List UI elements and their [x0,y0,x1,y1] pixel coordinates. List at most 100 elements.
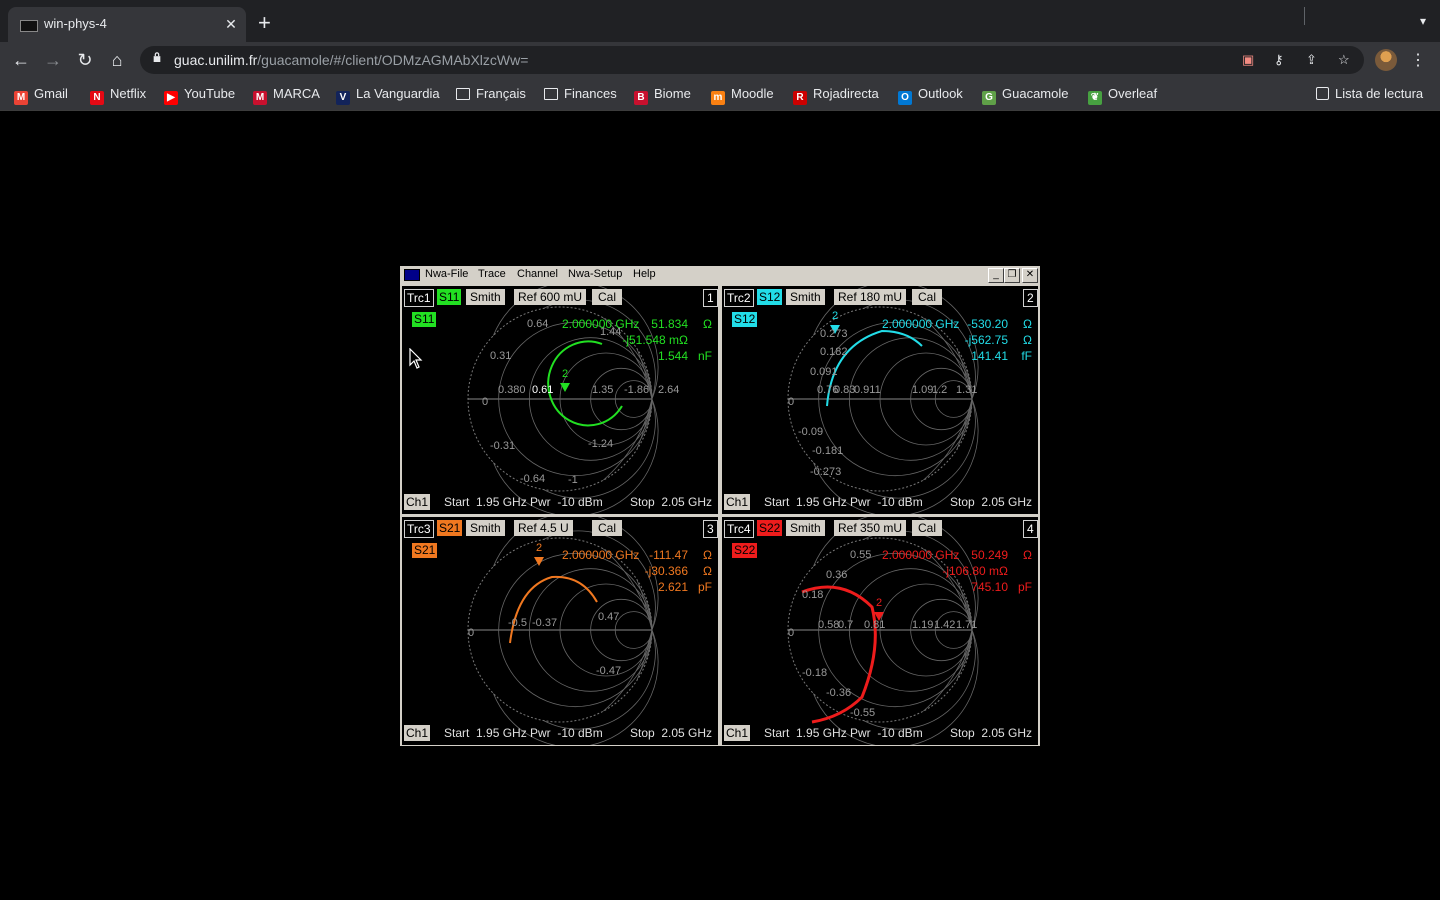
bookmark-moodle[interactable]: m Moodle [711,86,774,105]
browser-menu-icon[interactable]: ⋮ [1410,50,1426,70]
sweep-stop: Stop 2.05 GHz [630,495,713,509]
bookmark-star-icon[interactable]: ☆ [1338,52,1350,68]
trace-param-chip[interactable]: S12 [757,289,783,305]
reload-button[interactable]: ↻ [74,50,96,70]
channel-chip[interactable]: Ch1 [724,725,751,741]
bookmark-gmail[interactable]: M Gmail [14,86,68,105]
trace-cal[interactable]: Cal [912,520,943,536]
source-power: Pwr -10 dBm [850,726,923,740]
trace-number: 2 [1023,289,1038,307]
moodle-icon: m [711,91,725,105]
smith-grid-label: 0.61 [532,384,554,396]
outlook-icon: O [898,91,912,105]
bookmark-la-vanguardia[interactable]: V La Vanguardia [336,86,440,105]
new-tab-button[interactable]: + [258,12,271,34]
nwa-app-icon[interactable] [404,269,420,281]
tab-title: win-phys-4 [44,16,107,31]
trace-format[interactable]: Smith [466,289,505,305]
bookmark-outlook[interactable]: O Outlook [898,86,963,105]
reading-list-button[interactable]: Lista de lectura [1316,86,1423,101]
key-icon[interactable]: ⚷ [1274,52,1284,68]
trace-id[interactable]: Trc2 [724,289,754,307]
bookmark-label: Finances [564,86,617,101]
minimize-icon[interactable]: _ [988,268,1004,283]
bookmark-finances[interactable]: Finances [544,86,617,101]
marker-unit: Ω [1023,333,1032,347]
smith-grid-label: -0.55 [850,707,876,719]
bookmark-guacamole[interactable]: G Guacamole [982,86,1068,105]
bookmark-netflix[interactable]: N Netflix [90,86,146,105]
trace-format[interactable]: Smith [786,520,825,536]
smith-grid-label: 1.35 [592,384,614,396]
trace-cal[interactable]: Cal [592,289,623,305]
home-button[interactable]: ⌂ [106,50,128,70]
menu-nwa-file[interactable]: Nwa-File [425,268,468,280]
forward-button[interactable]: → [42,50,64,70]
trace-cal[interactable]: Cal [912,289,943,305]
trace-param-chip[interactable]: S21 [437,520,463,536]
smith-grid-label: -0.18 [802,667,828,679]
close-window-icon[interactable]: ✕ [1022,268,1038,283]
trace-ref[interactable]: Ref 350 mU [834,520,907,536]
trace-id[interactable]: Trc1 [404,289,434,307]
marker-val2: -j106.80 mΩ [942,564,1008,578]
lock-icon [153,52,161,62]
bookmark-biome[interactable]: B Biome [634,86,691,105]
smith-grid-label: 1.19 [912,619,934,631]
trace-param-chip[interactable]: S22 [757,520,783,536]
profile-avatar[interactable] [1375,49,1397,71]
clipboard-blocked-icon[interactable]: ▣ [1242,52,1254,68]
reading-list-icon [1316,87,1329,100]
bookmark-youtube[interactable]: ▶ YouTube [164,86,235,105]
smith-grid-label: 0.31 [490,350,512,362]
trace-pane-s21[interactable]: 0.47 0 -0.47 -0.5 -0.37 2 Trc3 S21 Smith Ref 4.5 … [402,517,718,745]
trace-pane-s11[interactable]: 0.64 0.31 0 -0.31 -0.64 -1 -1.24 1.44 0.380 0.61 1… [402,286,718,514]
restore-icon[interactable]: ❐ [1004,268,1020,283]
gmail-icon: M [14,91,28,105]
trace-number: 4 [1023,520,1038,538]
channel-chip[interactable]: Ch1 [404,725,431,741]
close-tab-icon[interactable]: ✕ [222,15,240,33]
smith-grid-label: 0.64 [527,318,549,330]
smith-grid-label: 0.18 [802,589,824,601]
channel-chip[interactable]: Ch1 [404,494,431,510]
trace-ref[interactable]: Ref 4.5 U [514,520,573,536]
smith-grid-label: 1.71 [956,619,978,631]
smith-grid-label: -0.181 [812,445,844,457]
browser-tab[interactable]: win-phys-4 ✕ [8,7,246,42]
trace-format[interactable]: Smith [786,289,825,305]
channel-chip[interactable]: Ch1 [724,494,751,510]
trace-id[interactable]: Trc4 [724,520,754,538]
sweep-stop: Stop 2.05 GHz [630,726,713,740]
trace-label-chip: S21 [412,543,438,558]
back-button[interactable]: ← [10,50,32,70]
menu-help[interactable]: Help [633,268,656,280]
bookmark-label: Rojadirecta [813,86,879,101]
trace-ref[interactable]: Ref 600 mU [514,289,587,305]
share-icon[interactable]: ⇪ [1306,52,1317,68]
bookmark-marca[interactable]: M MARCA [253,86,320,105]
smith-grid-label: -0.47 [596,665,622,677]
tab-search-chevron-icon[interactable]: ▾ [1420,14,1426,28]
marker-freq: 2.000000 GHz [562,548,640,562]
menu-trace[interactable]: Trace [478,268,506,280]
marca-icon: M [253,91,267,105]
address-bar[interactable]: guac.unilim.fr/guacamole/#/client/ODMzAG… [140,46,1364,74]
trace-param-chip[interactable]: S11 [437,289,462,305]
smith-grid-label: 0.83 [834,384,856,396]
bookmark-fran-ais[interactable]: Français [456,86,526,101]
menu-nwa-setup[interactable]: Nwa-Setup [568,268,622,280]
bookmark-rojadirecta[interactable]: R Rojadirecta [793,86,879,105]
trace-pane-s12[interactable]: 0.273 0.182 0.091 0 -0.09 -0.181 -0.273 0.76 0.8… [722,286,1038,514]
marker-unit: Ω [1023,548,1032,562]
guacamole-favicon-icon [20,20,38,32]
trace-cal[interactable]: Cal [592,520,623,536]
trace-pane-s22[interactable]: 0.55 0.36 0.18 0 -0.18 -0.36 -0.55 0.58 0.7 0.81 1… [722,517,1038,745]
trace-label-chip: S22 [732,543,758,558]
marker-val1: -530.20 [967,317,1008,331]
trace-format[interactable]: Smith [466,520,505,536]
trace-id[interactable]: Trc3 [404,520,434,538]
menu-channel[interactable]: Channel [517,268,558,280]
trace-ref[interactable]: Ref 180 mU [834,289,907,305]
bookmark-overleaf[interactable]: ❦ Overleaf [1088,86,1157,105]
